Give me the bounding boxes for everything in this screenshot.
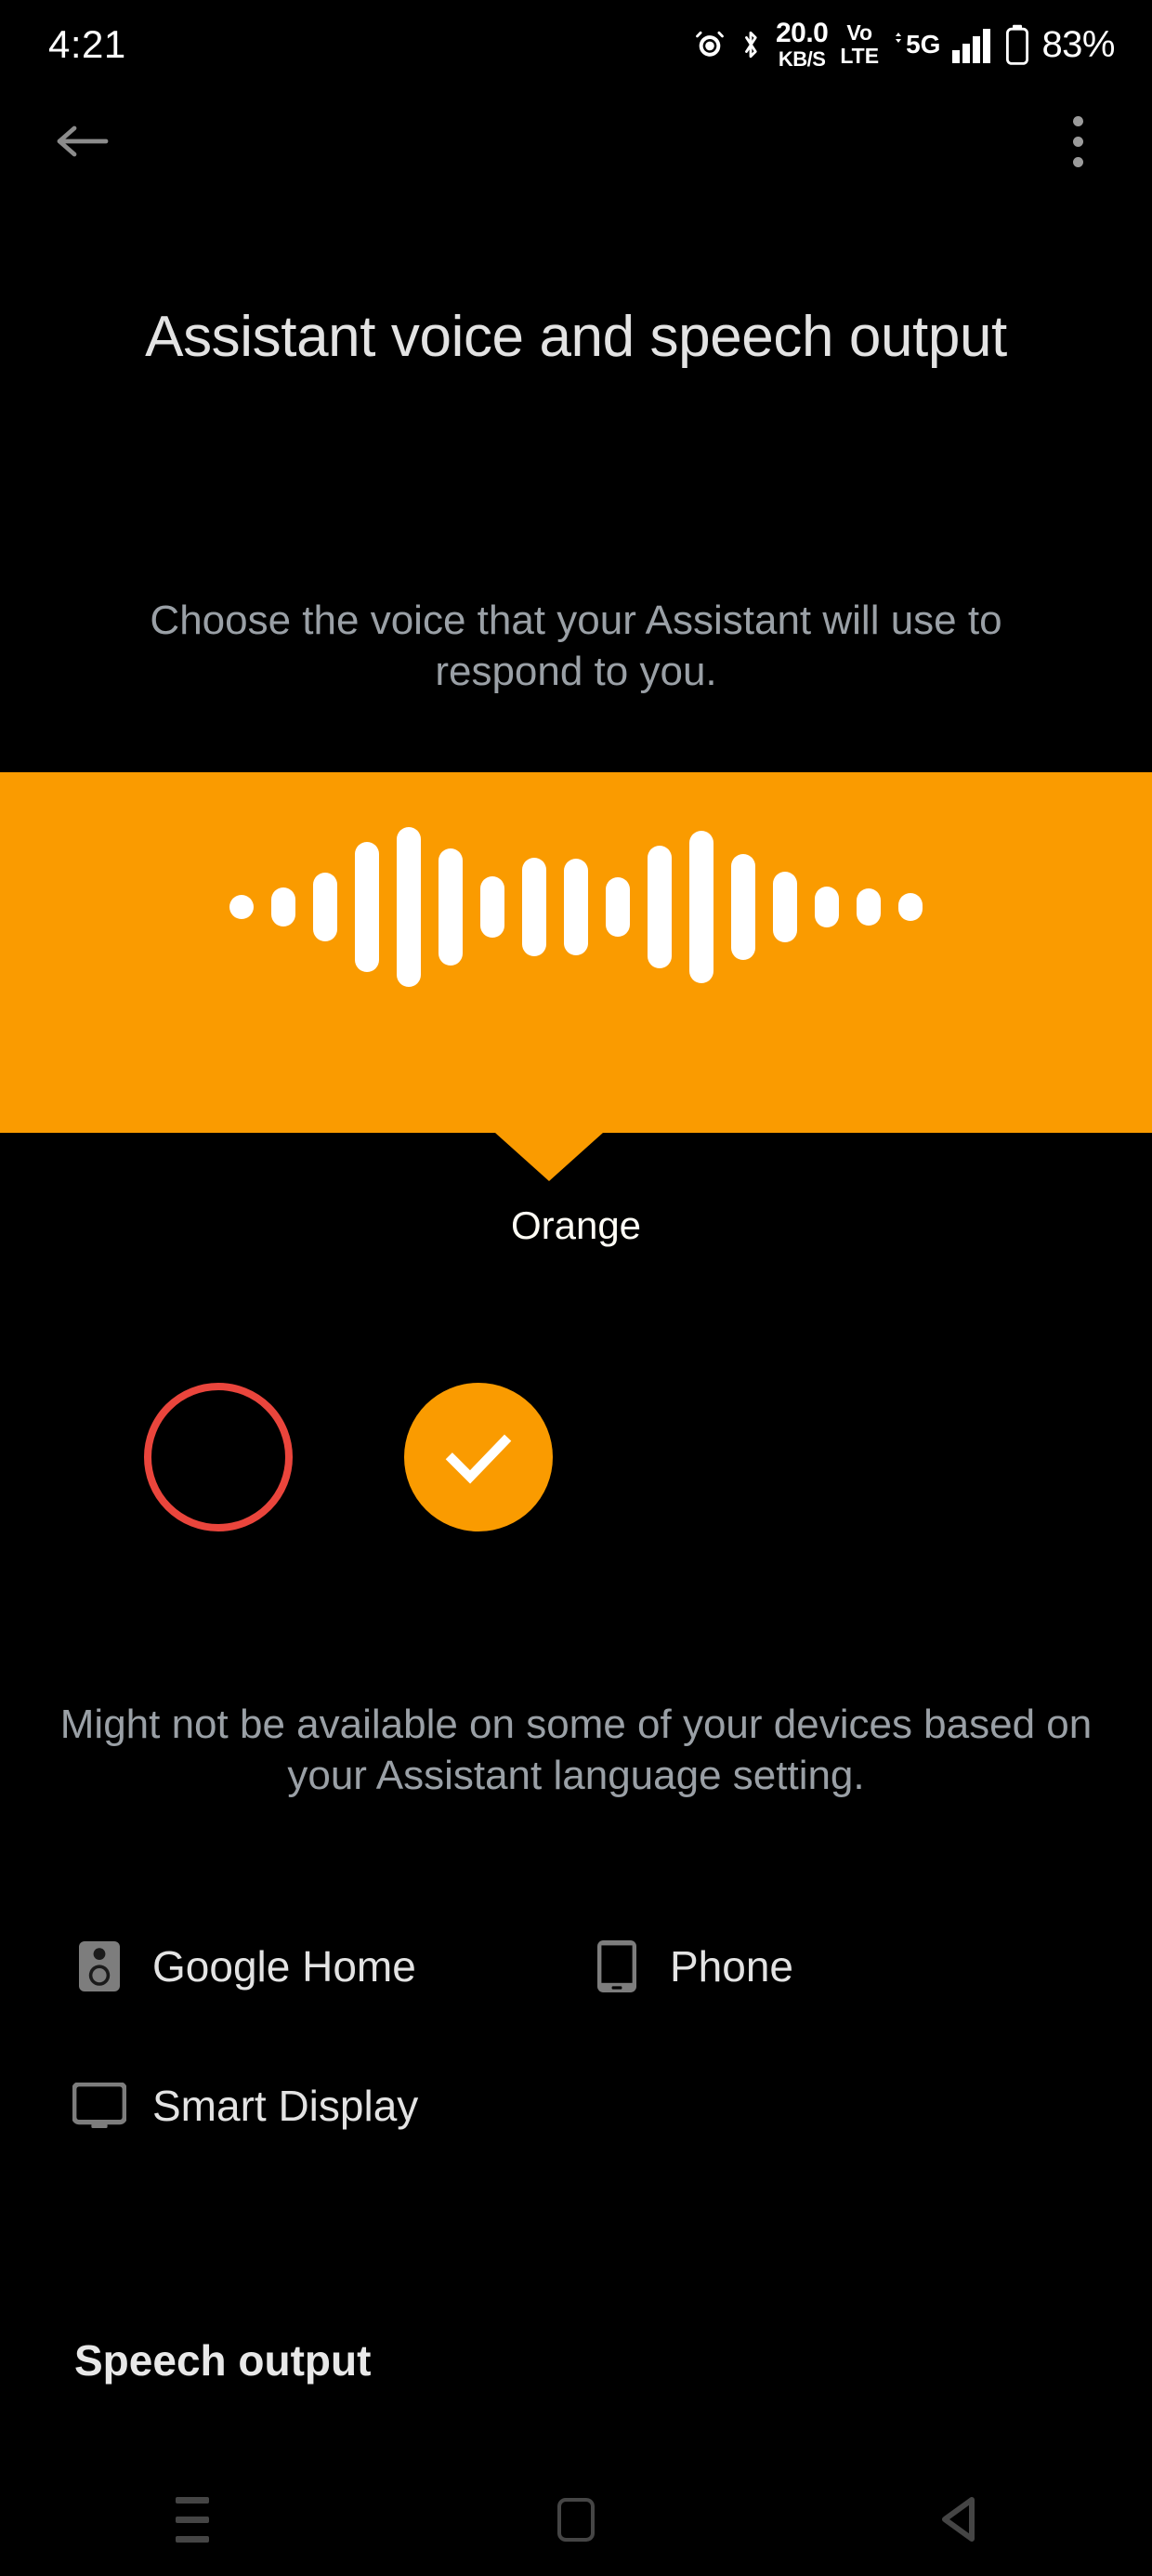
- waveform-bar: [355, 842, 379, 972]
- page-subtitle: Choose the voice that your Assistant wil…: [150, 598, 1002, 694]
- waveform-bar: [522, 858, 546, 956]
- mobile-data-icon: 5G: [891, 30, 940, 59]
- bluetooth-icon: [738, 28, 764, 61]
- availability-note: Might not be available on some of your d…: [59, 1702, 1093, 1799]
- app-bar: [0, 89, 1152, 190]
- waveform-bar: [229, 895, 254, 919]
- waveform-bar: [606, 877, 630, 937]
- waveform-bar: [731, 854, 755, 960]
- device-item-smart-display: Smart Display: [72, 2056, 418, 2156]
- mobile-network-label: 5G: [906, 30, 941, 59]
- monitor-icon: [72, 2079, 126, 2133]
- network-speed-unit: KB/S: [778, 47, 826, 71]
- menu-dot: [1072, 156, 1083, 167]
- network-speed-indicator: 20.0 KB/S: [775, 18, 829, 71]
- status-icons: 20.0 KB/S Vo LTE 5G 83%: [694, 20, 1115, 70]
- voice-color-circle-orange[interactable]: [404, 1383, 553, 1531]
- phone-icon: [590, 1939, 644, 1993]
- menu-dot: [1072, 115, 1083, 126]
- device-label: Smart Display: [152, 2082, 419, 2130]
- device-item-phone: Phone: [590, 1916, 793, 2017]
- network-speed-value: 20.0: [775, 18, 829, 48]
- volte-line-1: Vo: [846, 20, 873, 45]
- waveform-bar: [898, 893, 923, 921]
- battery-icon: [1005, 24, 1029, 65]
- menu-dot: [1072, 136, 1083, 147]
- device-item-google-home: Google Home: [72, 1916, 416, 2017]
- voice-color-options: [0, 1383, 1152, 1531]
- voice-name-label: Orange: [510, 1203, 642, 1247]
- back-triangle-icon[interactable]: [895, 2477, 1025, 2562]
- waveform-bar: [313, 873, 337, 941]
- device-label: Google Home: [152, 1942, 416, 1991]
- supported-devices-list: Google Home Phone Smart Display: [0, 1916, 1152, 2156]
- waveform-bar: [397, 827, 421, 987]
- system-navigation-bar: [0, 2463, 1152, 2576]
- phone-screen: 4:21 20.0 KB/S Vo LTE 5G 83% Assistant v…: [0, 0, 1152, 2576]
- volte-icon: Vo LTE: [840, 22, 879, 67]
- signal-bars-icon: [952, 26, 993, 63]
- voice-waveform-icon: [0, 772, 1152, 1042]
- status-bar: 4:21 20.0 KB/S Vo LTE 5G 83%: [0, 0, 1152, 89]
- waveform-bar: [480, 876, 504, 938]
- voice-color-circle-red[interactable]: [144, 1383, 293, 1531]
- waveform-bar: [648, 846, 672, 968]
- speaker-icon: [72, 1939, 126, 1993]
- volte-line-2: LTE: [840, 44, 880, 68]
- device-label: Phone: [670, 1942, 794, 1991]
- waveform-bar: [439, 848, 463, 966]
- selection-pointer: [0, 1133, 1152, 1181]
- alarm-icon: [694, 29, 726, 60]
- waveform-bar: [773, 872, 797, 942]
- back-arrow-icon[interactable]: [48, 112, 115, 171]
- waveform-bar: [815, 887, 839, 927]
- device-row: Smart Display: [0, 2056, 1152, 2156]
- page-title: Assistant voice and speech output: [145, 305, 1007, 369]
- waveform-bar: [564, 859, 588, 955]
- speech-output-section-title: Speech output: [74, 2336, 372, 2385]
- waveform-bar: [689, 831, 713, 983]
- more-vert-icon[interactable]: [1044, 104, 1111, 178]
- device-row: Google Home Phone: [0, 1916, 1152, 2017]
- home-square-icon[interactable]: [511, 2477, 641, 2562]
- waveform-bar: [857, 888, 881, 926]
- voice-preview-panel[interactable]: [0, 772, 1152, 1133]
- status-clock: 4:21: [48, 22, 126, 66]
- menu-recents-icon[interactable]: [127, 2477, 257, 2562]
- waveform-bar: [271, 887, 295, 927]
- battery-percent: 83%: [1041, 23, 1115, 65]
- check-icon: [445, 1434, 512, 1484]
